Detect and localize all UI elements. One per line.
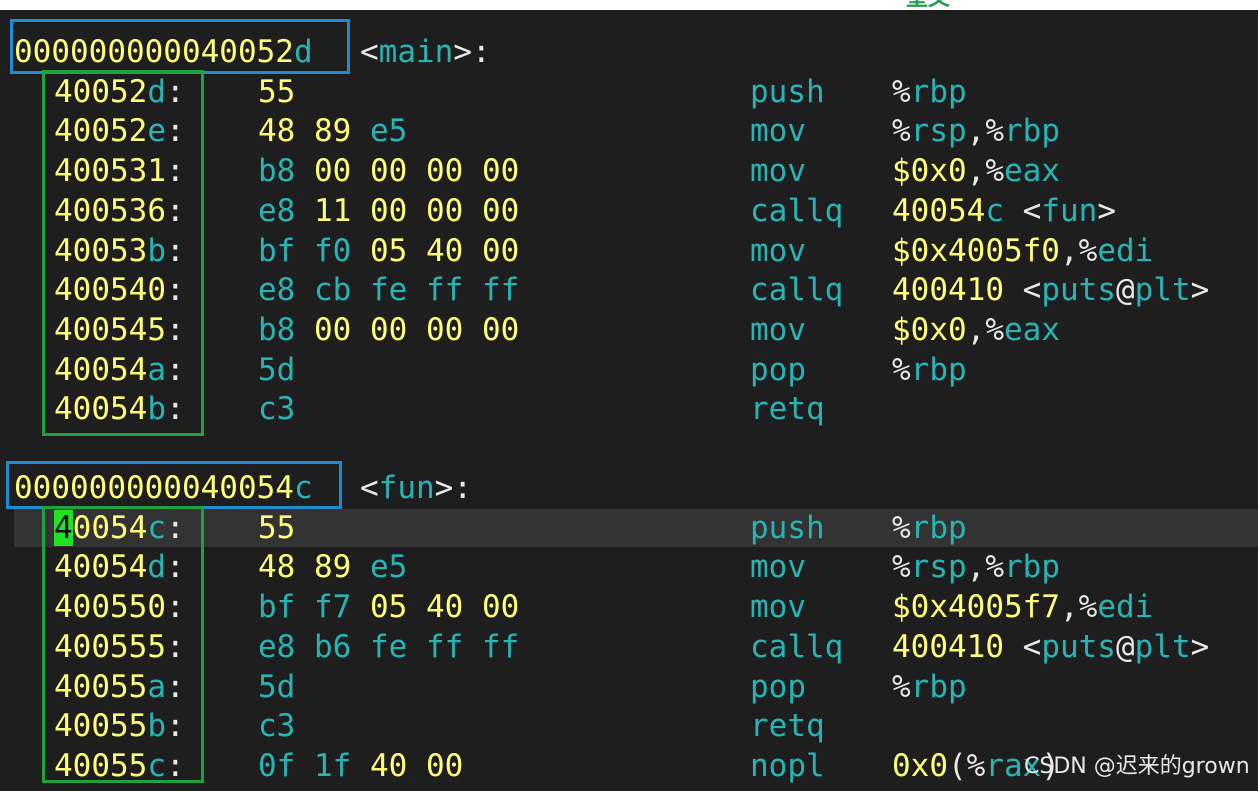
instruction-operands: $0x4005f0,%edi <box>892 232 1154 269</box>
fun-address-column-box <box>42 506 204 783</box>
instruction-bytes: b8 00 00 00 00 <box>258 153 520 190</box>
symbol-name-text: fun <box>378 470 435 506</box>
fun-symbol-address-box <box>6 461 342 509</box>
instruction-bytes: bf f0 05 40 00 <box>258 232 520 269</box>
instruction-mnemonic: callq <box>750 628 844 665</box>
instruction-bytes: 0f 1f 40 00 <box>258 747 464 784</box>
instruction-bytes: 48 89 e5 <box>258 549 408 586</box>
instruction-mnemonic: mov <box>750 589 806 626</box>
instruction-mnemonic: nopl <box>750 747 825 784</box>
instruction-bytes: 48 89 e5 <box>258 113 408 150</box>
instruction-operands: $0x0,%eax <box>892 153 1060 190</box>
cropped-annotation-mark: 望叉 <box>906 0 950 10</box>
instruction-operands: 40054c <fun> <box>892 192 1116 229</box>
instruction-bytes: 55 <box>258 509 296 546</box>
instruction-mnemonic: mov <box>750 113 806 150</box>
symbol-name-text: main <box>378 34 454 70</box>
symbol-name: <fun>: <box>360 470 472 506</box>
instruction-operands: %rsp,%rbp <box>892 113 1061 150</box>
instruction-mnemonic: push <box>750 509 825 546</box>
instruction-mnemonic: push <box>750 73 825 110</box>
instruction-bytes: bf f7 05 40 00 <box>258 589 520 626</box>
instruction-bytes: 55 <box>258 73 296 110</box>
instruction-mnemonic: retq <box>750 708 825 745</box>
instruction-bytes: 5d <box>258 668 296 705</box>
instruction-bytes: c3 <box>258 391 296 428</box>
instruction-operands: $0x4005f7,%edi <box>892 589 1154 626</box>
instruction-bytes: c3 <box>258 708 296 745</box>
instruction-operands: 400410 <puts@plt> <box>892 272 1210 309</box>
symbol-name: <main>: <box>360 34 491 70</box>
instruction-mnemonic: mov <box>750 549 806 586</box>
instruction-mnemonic: mov <box>750 232 806 269</box>
instruction-operands: %rbp <box>892 668 967 705</box>
instruction-operands: %rbp <box>892 351 967 388</box>
instruction-bytes: e8 11 00 00 00 <box>258 192 520 229</box>
instruction-operands: $0x0,%eax <box>892 311 1060 348</box>
instruction-mnemonic: pop <box>750 668 806 705</box>
instruction-bytes: e8 b6 fe ff ff <box>258 628 520 665</box>
watermark: CSDN @迟来的grown <box>1024 754 1250 779</box>
instruction-bytes: 5d <box>258 351 296 388</box>
instruction-bytes: e8 cb fe ff ff <box>258 272 520 309</box>
main-address-column-box <box>42 70 204 436</box>
instruction-mnemonic: retq <box>750 391 825 428</box>
instruction-mnemonic: pop <box>750 351 806 388</box>
instruction-mnemonic: mov <box>750 153 806 190</box>
instruction-mnemonic: mov <box>750 311 806 348</box>
instruction-bytes: b8 00 00 00 00 <box>258 311 520 348</box>
instruction-operands: %rbp <box>892 509 967 546</box>
instruction-operands: %rbp <box>892 73 967 110</box>
main-symbol-address-box <box>10 19 350 74</box>
instruction-mnemonic: callq <box>750 272 844 309</box>
instruction-operands: 400410 <puts@plt> <box>892 628 1210 665</box>
instruction-mnemonic: callq <box>750 192 844 229</box>
instruction-operands: %rsp,%rbp <box>892 549 1061 586</box>
top-edge-band <box>0 0 1258 10</box>
